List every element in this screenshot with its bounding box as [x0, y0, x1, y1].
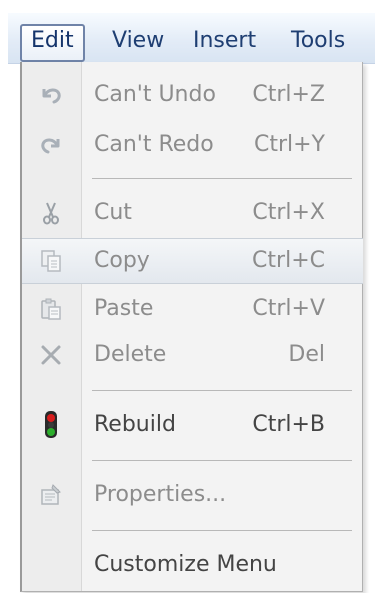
menu-tools[interactable]: Tools: [291, 24, 345, 58]
menu-item-label: Can't Redo: [94, 132, 214, 157]
properties-icon: [36, 480, 66, 510]
menu-separator: [92, 390, 352, 391]
menu-item-label: Copy: [94, 248, 150, 273]
menu-edit[interactable]: Edit: [20, 24, 85, 62]
menu-item-label: Rebuild: [94, 412, 176, 437]
copy-icon: [36, 246, 66, 276]
menu-item-shortcut: Ctrl+Z: [252, 82, 325, 107]
menu-item-redo[interactable]: Can't Redo Ctrl+Y: [22, 122, 363, 168]
delete-icon: [36, 340, 66, 370]
menu-item-shortcut: Ctrl+C: [252, 248, 325, 273]
menu-item-label: Cut: [94, 200, 132, 225]
menu-item-shortcut: Del: [288, 342, 325, 367]
menu-item-shortcut: Ctrl+V: [252, 296, 325, 321]
menu-item-shortcut: Ctrl+X: [252, 200, 325, 225]
undo-icon: [36, 80, 66, 110]
menu-item-properties[interactable]: Properties...: [22, 472, 363, 518]
menu-item-shortcut: Ctrl+B: [252, 412, 325, 437]
menu-insert[interactable]: Insert: [193, 24, 256, 58]
menu-item-label: Delete: [94, 342, 167, 367]
traffic-light-icon: [36, 410, 66, 440]
menu-separator: [92, 460, 352, 461]
menu-item-undo[interactable]: Can't Undo Ctrl+Z: [22, 72, 363, 118]
menu-item-label: Properties...: [94, 482, 227, 507]
menu-view[interactable]: View: [112, 24, 164, 58]
menu-item-copy[interactable]: Copy Ctrl+C: [22, 238, 363, 284]
edit-menu-dropdown: Can't Undo Ctrl+Z Can't Redo Ctrl+Y Cut …: [20, 62, 363, 592]
menu-item-paste[interactable]: Paste Ctrl+V: [22, 286, 363, 332]
redo-icon: [36, 130, 66, 160]
menu-separator: [92, 178, 352, 179]
menu-item-rebuild[interactable]: Rebuild Ctrl+B: [22, 402, 363, 448]
menu-item-customize-menu[interactable]: Customize Menu: [22, 542, 363, 588]
scissors-icon: [36, 198, 66, 228]
paste-icon: [36, 294, 66, 324]
menu-item-shortcut: Ctrl+Y: [253, 132, 325, 157]
menu-item-label: Can't Undo: [94, 82, 216, 107]
menu-item-label: Customize Menu: [94, 552, 277, 577]
menu-item-cut[interactable]: Cut Ctrl+X: [22, 190, 363, 236]
menu-item-delete[interactable]: Delete Del: [22, 332, 363, 378]
menu-separator: [92, 530, 352, 531]
menu-item-label: Paste: [94, 296, 154, 321]
